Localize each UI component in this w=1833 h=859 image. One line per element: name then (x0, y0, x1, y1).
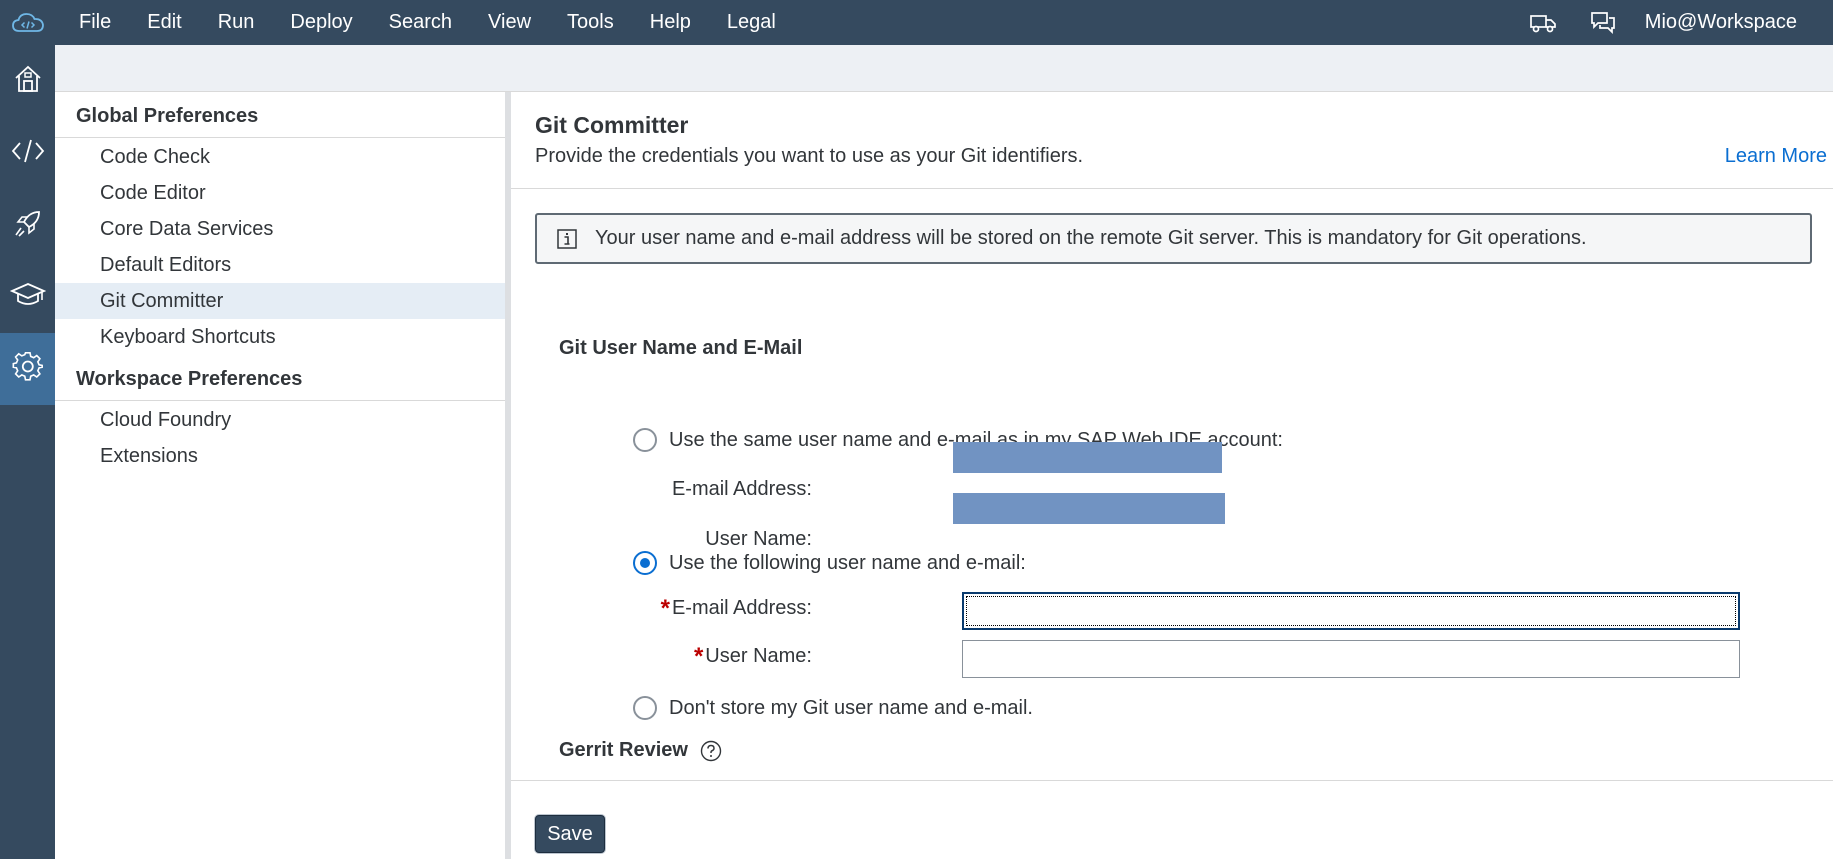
page-title: Git Committer (535, 112, 689, 138)
information-icon (557, 228, 577, 249)
menu-bar-right: Mio@Workspace (1513, 0, 1833, 45)
rail-development[interactable] (0, 117, 55, 189)
radio-same-account[interactable] (633, 428, 657, 452)
chat-icon[interactable] (1573, 0, 1633, 45)
panel-header: Git Committer Provide the credentials yo… (511, 92, 1833, 189)
menu-run[interactable]: Run (200, 0, 273, 45)
info-message-text: Your user name and e-mail address will b… (595, 227, 1587, 249)
help-circle-icon[interactable] (700, 740, 722, 762)
username-field-label-text: User Name: (705, 645, 812, 667)
toolbar-strip (55, 45, 1833, 92)
tree-item-default-editors[interactable]: Default Editors (55, 247, 505, 283)
settings-gear-icon (12, 351, 44, 388)
code-icon (11, 137, 45, 170)
tree-item-code-check[interactable]: Code Check (55, 139, 505, 175)
account-username-label: User Name: (705, 528, 812, 550)
option-dont-store-label: Don't store my Git user name and e-mail. (669, 696, 1033, 719)
rail-learning[interactable] (0, 261, 55, 333)
tree-item-core-data-services[interactable]: Core Data Services (55, 211, 505, 247)
menu-search[interactable]: Search (371, 0, 470, 45)
tree-item-keyboard-shortcuts[interactable]: Keyboard Shortcuts (55, 319, 505, 355)
email-field-label-text: E-mail Address: (671, 597, 812, 619)
username-field[interactable] (962, 640, 1740, 678)
gerrit-review-section: Gerrit Review (559, 739, 722, 762)
rocket-icon (13, 208, 43, 243)
footer-divider (511, 780, 1833, 781)
menu-legal[interactable]: Legal (709, 0, 794, 45)
account-email-value (953, 442, 1222, 473)
email-field-label: * E-mail Address: (660, 593, 812, 622)
home-icon (13, 64, 43, 99)
tree-item-code-editor[interactable]: Code Editor (55, 175, 505, 211)
delivery-truck-icon[interactable] (1513, 0, 1573, 45)
info-message-strip: Your user name and e-mail address will b… (535, 213, 1812, 264)
rail-home[interactable] (0, 45, 55, 117)
page-subtitle: Provide the credentials you want to use … (535, 145, 1084, 167)
main-menu: File Edit Run Deploy Search View Tools H… (55, 0, 794, 45)
account-username-value (953, 493, 1225, 524)
save-button[interactable]: Save (535, 815, 605, 853)
email-field[interactable] (962, 592, 1740, 630)
menu-bar: File Edit Run Deploy Search View Tools H… (0, 0, 1833, 45)
required-marker: * (660, 595, 670, 622)
section-title-git-user: Git User Name and E-Mail (559, 337, 803, 359)
menu-edit[interactable]: Edit (129, 0, 199, 45)
menu-file[interactable]: File (55, 0, 129, 45)
rail-deploy[interactable] (0, 189, 55, 261)
side-rail (0, 45, 55, 859)
preferences-tree: Global Preferences Code Check Code Edito… (55, 92, 505, 859)
radio-dont-store[interactable] (633, 696, 657, 720)
menu-deploy[interactable]: Deploy (272, 0, 370, 45)
option-dont-store[interactable]: Don't store my Git user name and e-mail. (633, 696, 1033, 720)
required-marker: * (693, 643, 704, 670)
option-following[interactable]: Use the following user name and e-mail: (633, 551, 1026, 575)
menu-tools[interactable]: Tools (549, 0, 632, 45)
global-preferences-heading: Global Preferences (55, 92, 505, 138)
tree-item-extensions[interactable]: Extensions (55, 438, 505, 474)
tree-item-git-committer[interactable]: Git Committer (55, 283, 505, 319)
account-email-label: E-mail Address: (671, 478, 812, 500)
learning-hat-icon (9, 282, 46, 313)
git-committer-panel: Git Committer Provide the credentials yo… (511, 92, 1833, 859)
menu-view[interactable]: View (470, 0, 549, 45)
learn-more-link[interactable]: Learn More (1725, 145, 1827, 168)
cloud-code-icon[interactable] (0, 0, 55, 45)
menu-help[interactable]: Help (632, 0, 709, 45)
radio-selected-dot (640, 558, 650, 568)
rail-preferences[interactable] (0, 333, 55, 405)
workspace-preferences-heading: Workspace Preferences (55, 355, 505, 401)
gerrit-review-label: Gerrit Review (559, 739, 688, 761)
option-following-label: Use the following user name and e-mail: (669, 551, 1026, 574)
radio-following[interactable] (633, 551, 657, 575)
username-field-label: * User Name: (693, 641, 812, 670)
tree-item-cloud-foundry[interactable]: Cloud Foundry (55, 402, 505, 438)
user-menu[interactable]: Mio@Workspace (1633, 11, 1833, 34)
